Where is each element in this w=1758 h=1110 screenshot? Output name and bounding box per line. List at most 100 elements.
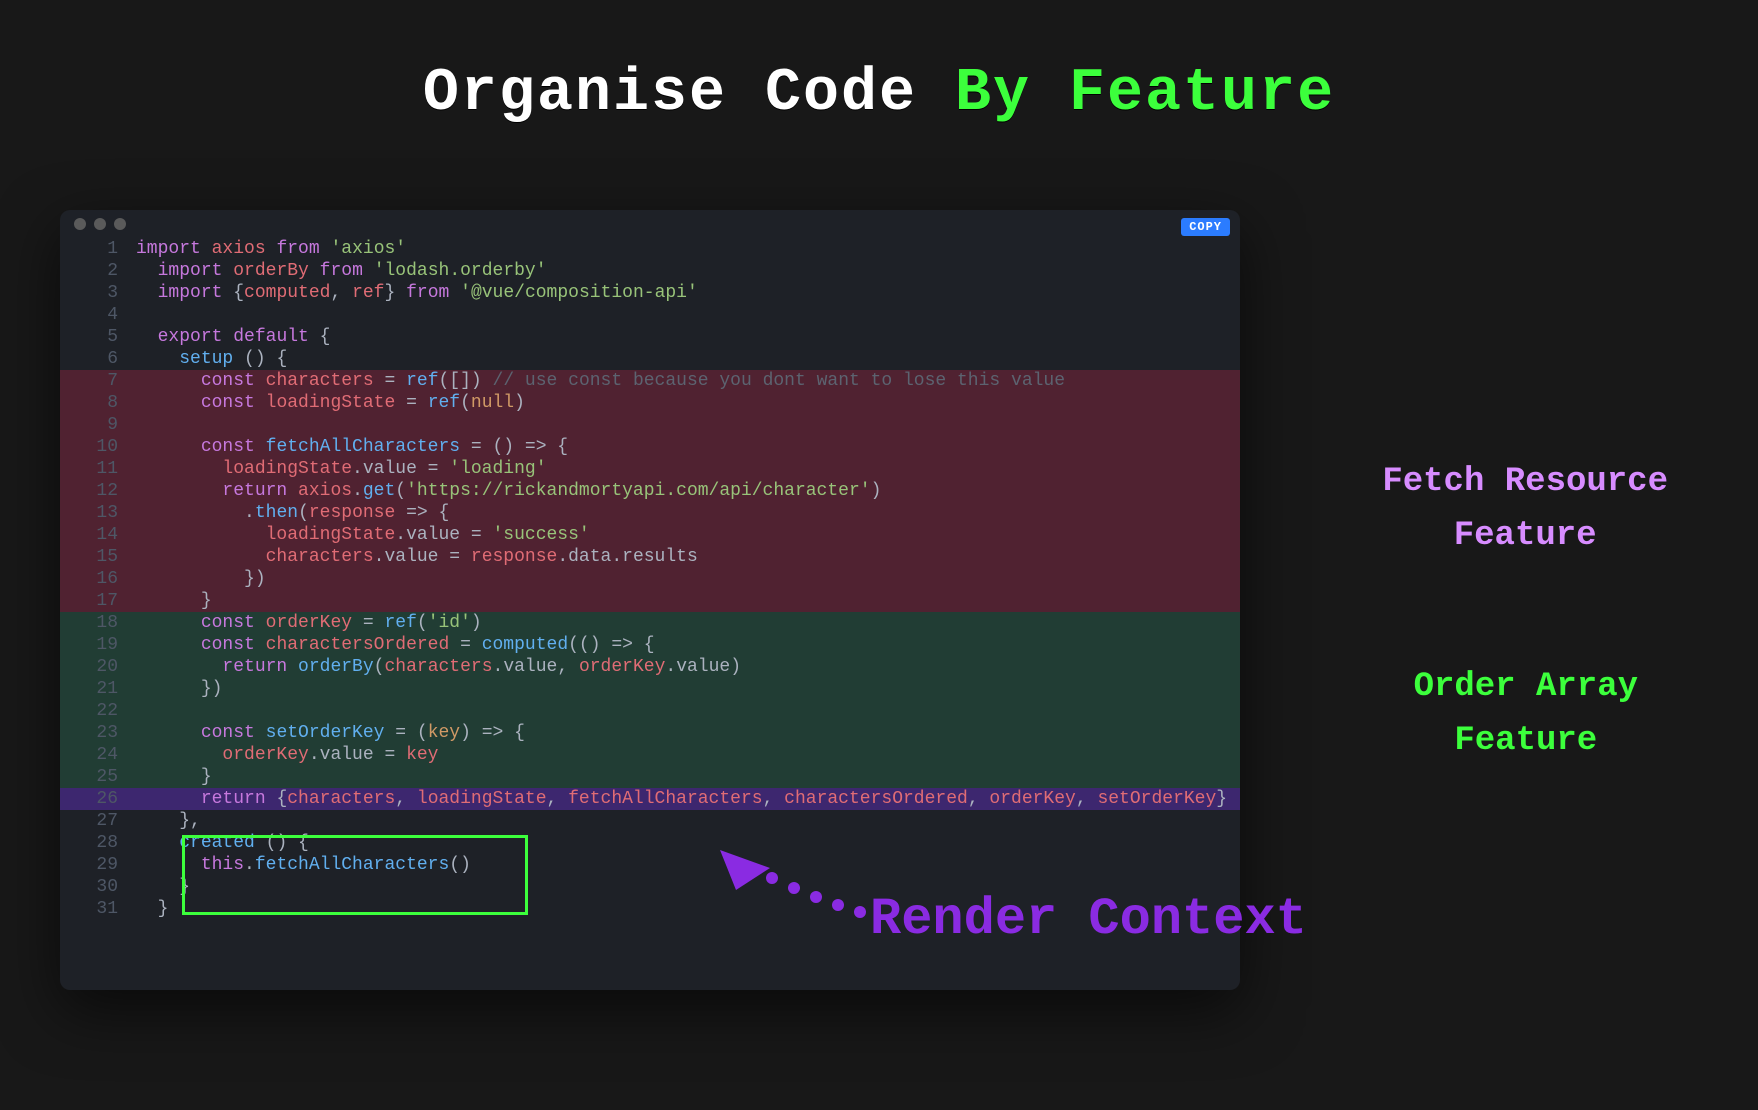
code-editor: COPY 1import axios from 'axios'2 import … [60,210,1240,990]
order-feature-line1: Order Array [1414,660,1638,714]
line-number: 21 [60,678,136,700]
code-line: 27 }, [60,810,1240,832]
code-line: 16 }) [60,568,1240,590]
code-line: 2 import orderBy from 'lodash.orderby' [60,260,1240,282]
line-content: this.fetchAllCharacters() [136,854,1240,876]
line-content: }) [136,568,1240,590]
code-line: 8 const loadingState = ref(null) [60,392,1240,414]
line-content: return axios.get('https://rickandmortyap… [136,480,1240,502]
line-content: import {computed, ref} from '@vue/compos… [136,282,1240,304]
line-content: orderKey.value = key [136,744,1240,766]
dotted-arrow-icon [700,850,880,930]
line-content: return orderBy(characters.value, orderKe… [136,656,1240,678]
code-line: 25 } [60,766,1240,788]
line-content: const setOrderKey = (key) => { [136,722,1240,744]
code-line: 1import axios from 'axios' [60,238,1240,260]
line-number: 17 [60,590,136,612]
code-line: 28 created () { [60,832,1240,854]
window-dot-max [114,218,126,230]
line-number: 28 [60,832,136,854]
code-line: 7 const characters = ref([]) // use cons… [60,370,1240,392]
line-number: 19 [60,634,136,656]
line-number: 1 [60,238,136,260]
line-number: 31 [60,898,136,920]
line-content: } [136,590,1240,612]
code-line: 15 characters.value = response.data.resu… [60,546,1240,568]
order-feature-label: Order Array Feature [1414,660,1638,769]
code-line: 4 [60,304,1240,326]
code-line: 20 return orderBy(characters.value, orde… [60,656,1240,678]
code-line: 24 orderKey.value = key [60,744,1240,766]
code-line: 10 const fetchAllCharacters = () => { [60,436,1240,458]
code-line: 14 loadingState.value = 'success' [60,524,1240,546]
line-number: 9 [60,414,136,436]
code-line: 21 }) [60,678,1240,700]
line-number: 5 [60,326,136,348]
line-number: 14 [60,524,136,546]
line-content: setup () { [136,348,1240,370]
code-line: 23 const setOrderKey = (key) => { [60,722,1240,744]
line-number: 23 [60,722,136,744]
line-content: const charactersOrdered = computed(() =>… [136,634,1240,656]
render-context-label: Render Context [870,890,1307,949]
line-content: const characters = ref([]) // use const … [136,370,1240,392]
line-number: 29 [60,854,136,876]
line-content: const fetchAllCharacters = () => { [136,436,1240,458]
code-line: 9 [60,414,1240,436]
line-content: loadingState.value = 'loading' [136,458,1240,480]
line-number: 7 [60,370,136,392]
title-part-1: Organise Code [423,60,955,128]
line-content [136,304,1240,326]
code-line: 22 [60,700,1240,722]
fetch-feature-line1: Fetch Resource [1382,455,1668,509]
line-content: characters.value = response.data.results [136,546,1240,568]
code-line: 5 export default { [60,326,1240,348]
line-content [136,700,1240,722]
line-number: 13 [60,502,136,524]
window-chrome [60,210,1240,238]
code-line: 12 return axios.get('https://rickandmort… [60,480,1240,502]
line-content: }) [136,678,1240,700]
line-content: import axios from 'axios' [136,238,1240,260]
page-title: Organise Code By Feature [0,60,1758,128]
line-number: 20 [60,656,136,678]
line-number: 15 [60,546,136,568]
line-number: 16 [60,568,136,590]
code-line: 19 const charactersOrdered = computed(()… [60,634,1240,656]
line-number: 6 [60,348,136,370]
line-number: 10 [60,436,136,458]
line-number: 12 [60,480,136,502]
code-line: 17 } [60,590,1240,612]
code-block: 1import axios from 'axios'2 import order… [60,238,1240,920]
line-number: 11 [60,458,136,480]
line-content: created () { [136,832,1240,854]
line-number: 3 [60,282,136,304]
code-line: 13 .then(response => { [60,502,1240,524]
line-content [136,414,1240,436]
code-line: 6 setup () { [60,348,1240,370]
line-content: return {characters, loadingState, fetchA… [136,788,1240,810]
line-content: import orderBy from 'lodash.orderby' [136,260,1240,282]
line-number: 27 [60,810,136,832]
line-number: 18 [60,612,136,634]
line-number: 25 [60,766,136,788]
code-line: 11 loadingState.value = 'loading' [60,458,1240,480]
line-content: export default { [136,326,1240,348]
line-number: 22 [60,700,136,722]
line-content: const loadingState = ref(null) [136,392,1240,414]
line-content: const orderKey = ref('id') [136,612,1240,634]
copy-button[interactable]: COPY [1181,218,1230,236]
line-number: 26 [60,788,136,810]
line-content: }, [136,810,1240,832]
code-line: 26 return {characters, loadingState, fet… [60,788,1240,810]
fetch-feature-label: Fetch Resource Feature [1382,455,1668,564]
code-line: 29 this.fetchAllCharacters() [60,854,1240,876]
line-number: 30 [60,876,136,898]
fetch-feature-line2: Feature [1382,509,1668,563]
window-dot-min [94,218,106,230]
title-part-2: By Feature [955,60,1335,128]
order-feature-line2: Feature [1414,714,1638,768]
line-number: 24 [60,744,136,766]
line-number: 4 [60,304,136,326]
line-content: .then(response => { [136,502,1240,524]
